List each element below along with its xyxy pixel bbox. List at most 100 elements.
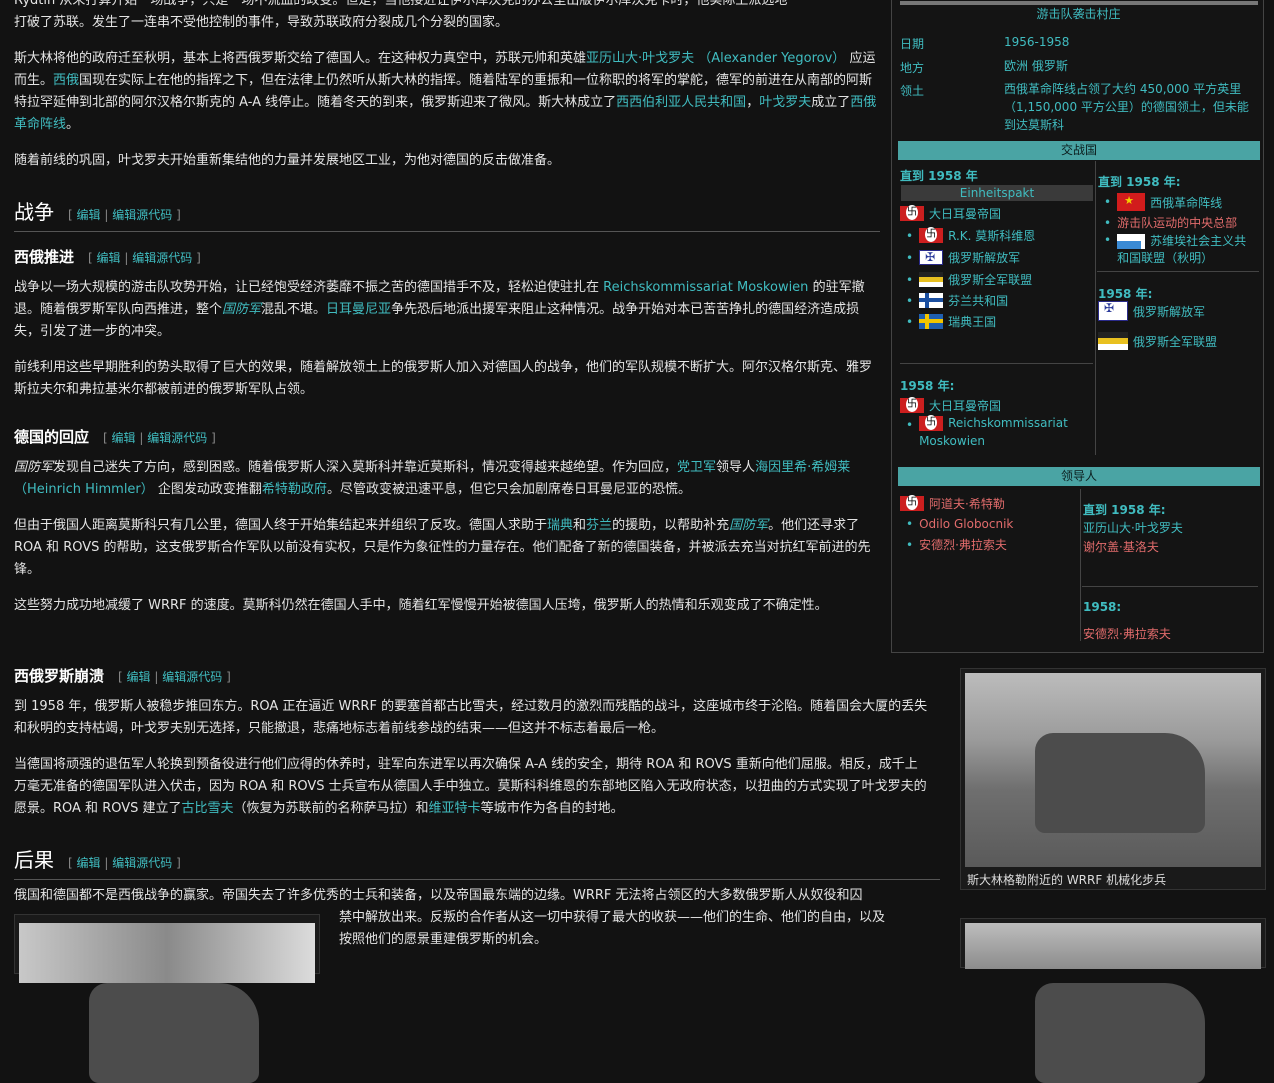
- belligerent-finland[interactable]: • 芬兰共和国: [906, 292, 1008, 309]
- edit-source-link[interactable]: 编辑源代码: [147, 431, 207, 445]
- belligerent-rovs[interactable]: • 俄罗斯全军联盟: [906, 271, 1032, 288]
- sweden-flag-icon: [919, 314, 944, 329]
- link-yegorov[interactable]: 亚历山大·叶戈罗夫 （Alexander Yegorov）: [586, 51, 845, 66]
- divider: [1082, 586, 1258, 587]
- belligerent-rk-full[interactable]: •Reichskommissariat Moskowien: [906, 414, 1092, 450]
- leader-vlasov[interactable]: • 安德烈·弗拉索夫: [906, 536, 1007, 553]
- edit-source-link[interactable]: 编辑源代码: [112, 208, 172, 222]
- edit-links: [ 编辑 | 编辑源代码 ]: [88, 251, 201, 265]
- belligerent-partisan[interactable]: • 游击队运动的中央总部: [1104, 214, 1237, 231]
- paragraph: 这些努力成功地减缓了 WRRF 的速度。莫斯科仍然在德国人手中，随着红军慢慢开始…: [14, 598, 828, 613]
- link-hitler-gov[interactable]: 希特勒政府: [262, 482, 327, 497]
- soviet-flag-icon: [1117, 234, 1146, 249]
- place-value: 欧洲 俄罗斯: [1004, 59, 1068, 73]
- belligerent-rovs-2[interactable]: 俄罗斯全军联盟: [1098, 332, 1217, 350]
- link-finland[interactable]: 芬兰: [586, 518, 612, 533]
- aftermath-image[interactable]: [14, 914, 320, 1083]
- link-west-russia[interactable]: 西俄: [53, 73, 79, 88]
- edit-link[interactable]: 编辑: [77, 856, 101, 870]
- belligerent-soviet[interactable]: • 苏维埃社会主义共和国联盟（秋明）: [1104, 233, 1254, 267]
- bullet-icon: •: [906, 250, 914, 265]
- wrrf-flag-icon: [1117, 193, 1146, 211]
- edit-link[interactable]: 编辑: [127, 670, 151, 684]
- edit-source-link[interactable]: 编辑源代码: [112, 856, 172, 870]
- roa-flag-icon: [919, 250, 944, 265]
- edit-links: [ 编辑 | 编辑源代码 ]: [68, 208, 181, 222]
- paragraph: 斯大林将他的政府迁至秋明，基本上将西俄罗斯交给了德国人。在这种权力真空中，苏联元…: [14, 51, 877, 132]
- right-1958: 1958 年:: [1098, 287, 1153, 301]
- link-kuibyshev[interactable]: 古比雪夫: [182, 801, 234, 816]
- link-wehrmacht-2[interactable]: 国防军: [14, 460, 53, 475]
- paragraph: 但由于俄国人距离莫斯科只有几公里，德国人终于开始集结起来并组织了反攻。德国人求助…: [14, 518, 871, 577]
- paragraph: 禁中解放出来。反叛的合作者从这一切中获得了最大的收获——他们的生命、他们的自由，…: [339, 910, 886, 947]
- paragraph: 国防军发现自己迷失了方向，感到困惑。随着俄罗斯人深入莫斯科并靠近莫斯科，情况变得…: [14, 460, 851, 497]
- nazi-flag-icon: [919, 227, 944, 243]
- link-vyatka[interactable]: 维亚特卡: [429, 801, 481, 816]
- belligerent-reich-2[interactable]: 大日耳曼帝国: [900, 397, 1001, 414]
- left-until-1958: 直到 1958 年: [900, 169, 978, 183]
- photo: [19, 923, 315, 1083]
- paragraph: 随着前线的巩固，叶戈罗夫开始重新集结他的力量并发展地区工业，为他对德国的反击做准…: [14, 153, 561, 168]
- roa-flag-icon: [1098, 301, 1128, 321]
- paragraph: 战争以一场大规模的游击队攻势开始，让已经饱受经济萎靡不振之苦的德国措手不及，轻松…: [14, 280, 865, 339]
- leader-vlasov-2[interactable]: 安德烈·弗拉索夫: [1083, 625, 1171, 642]
- leader-yegorov[interactable]: 亚历山大·叶戈罗夫: [1083, 519, 1183, 536]
- paragraph: 前线利用这些早期胜利的势头取得了巨大的效果，随着解放领土上的俄罗斯人加入对德国人…: [14, 360, 873, 397]
- belligerent-wrrf[interactable]: •西俄革命阵线: [1104, 193, 1222, 211]
- leader-sergei[interactable]: 谢尔盖·基洛夫: [1083, 538, 1159, 555]
- wrrf-infantry-image[interactable]: 斯大林格勒附近的 WRRF 机械化步兵: [960, 668, 1266, 890]
- einheitspakt-header: Einheitspakt: [901, 185, 1093, 201]
- leaders-until-1958: 直到 1958 年:: [1083, 503, 1166, 517]
- link-wehrmacht[interactable]: 国防军: [222, 302, 261, 317]
- belligerent-rk[interactable]: •R.K. 莫斯科维恩: [906, 227, 1035, 244]
- nazi-flag-icon: [900, 205, 924, 221]
- heading-push: 西俄推进[ 编辑 | 编辑源代码 ]: [14, 248, 201, 266]
- nazi-flag-icon: [900, 495, 924, 511]
- belligerent-sweden[interactable]: • 瑞典王国: [906, 313, 996, 330]
- divider: [1097, 271, 1259, 272]
- right-until-1958: 直到 1958 年:: [1098, 175, 1181, 189]
- paragraph: 到 1958 年，俄罗斯人被稳步推回东方。ROA 正在逼近 WRRF 的要塞首都…: [14, 699, 928, 736]
- bullet-icon: •: [1104, 215, 1112, 230]
- date-value: 1956-1958: [1004, 35, 1070, 49]
- heading-war: 战争[ 编辑 | 编辑源代码 ]: [14, 196, 880, 232]
- bullet-icon: •: [1104, 233, 1112, 247]
- territory-label: 领土: [900, 84, 925, 98]
- territory-value: 西俄革命阵线占领了大约 450,000 平方英里（1,150,000 平方公里）…: [1004, 82, 1249, 132]
- edit-source-link[interactable]: 编辑源代码: [132, 251, 192, 265]
- link-ss[interactable]: 党卫军: [677, 460, 716, 475]
- belligerents-header: 交战国: [898, 141, 1260, 160]
- place-label: 地方: [900, 61, 925, 75]
- leader-hitler[interactable]: 阿道夫·希特勒: [900, 495, 1005, 512]
- bottom-right-image[interactable]: [960, 918, 1266, 1083]
- column-divider: [1080, 489, 1081, 641]
- link-wehrmacht-3[interactable]: 国防军: [729, 518, 768, 533]
- belligerent-roa-2[interactable]: 俄罗斯解放军: [1098, 301, 1205, 321]
- link-germania[interactable]: 日耳曼尼亚: [326, 302, 391, 317]
- paragraph: 当德国将顽强的退伍军人轮换到预备役进行他们应得的休养时，驻军向东进军以再次确保 …: [14, 757, 927, 816]
- link-west-siberia[interactable]: 西西伯利亚人民共和国: [616, 95, 746, 110]
- finland-flag-icon: [919, 293, 944, 308]
- edit-links: [ 编辑 | 编辑源代码 ]: [68, 856, 181, 870]
- link-rk-moskowien[interactable]: Reichskommissariat Moskowien: [603, 280, 808, 295]
- edit-source-link[interactable]: 编辑源代码: [162, 670, 222, 684]
- belligerent-reich[interactable]: 大日耳曼帝国: [900, 205, 1001, 222]
- edit-link[interactable]: 编辑: [97, 251, 121, 265]
- bullet-icon: •: [1104, 195, 1112, 209]
- leader-globocnik[interactable]: • Odilo Globocnik: [906, 517, 1013, 531]
- infobox: 游击队袭击村庄 日期 1956-1958 地方 欧洲 俄罗斯 领土 西俄革命阵线…: [891, 0, 1264, 653]
- image-caption: 斯大林格勒附近的 WRRF 机械化步兵: [967, 873, 1167, 887]
- edit-link[interactable]: 编辑: [77, 208, 101, 222]
- link-sweden[interactable]: 瑞典: [547, 518, 573, 533]
- heading-aftermath: 后果[ 编辑 | 编辑源代码 ]: [14, 844, 940, 880]
- heading-response: 德国的回应[ 编辑 | 编辑源代码 ]: [14, 428, 216, 446]
- bullet-icon: •: [906, 517, 914, 531]
- link-yegorov-2[interactable]: 叶戈罗夫: [759, 95, 811, 110]
- nazi-flag-icon: [900, 397, 924, 413]
- edit-link[interactable]: 编辑: [112, 431, 136, 445]
- bullet-icon: •: [906, 418, 914, 432]
- belligerent-roa[interactable]: •俄罗斯解放军: [906, 249, 1020, 266]
- column-divider: [1095, 161, 1096, 455]
- bullet-icon: •: [906, 228, 914, 243]
- leaders-header: 领导人: [898, 467, 1260, 486]
